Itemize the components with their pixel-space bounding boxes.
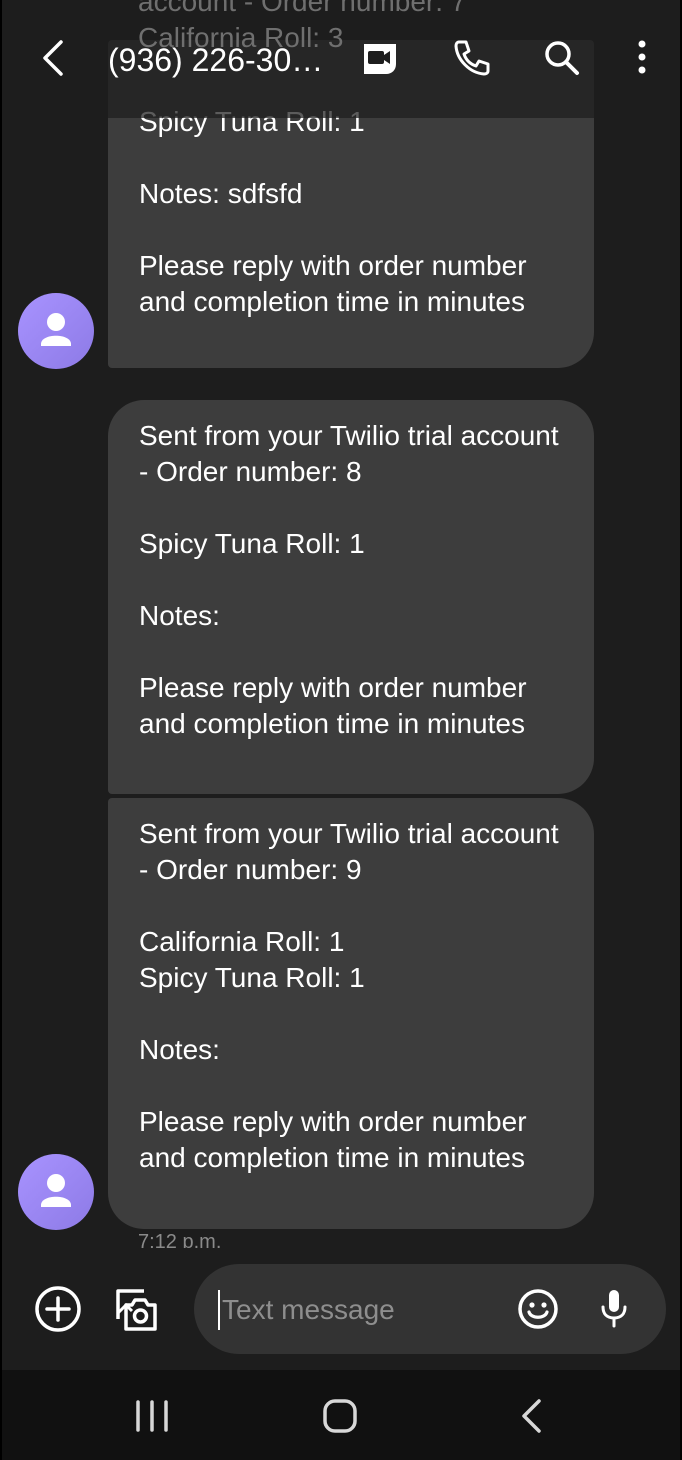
back-arrow-icon[interactable] bbox=[32, 36, 76, 80]
back-icon[interactable] bbox=[508, 1392, 556, 1440]
search-icon[interactable] bbox=[540, 36, 584, 80]
home-icon[interactable] bbox=[316, 1392, 364, 1440]
phone-icon[interactable] bbox=[450, 36, 494, 80]
video-call-icon[interactable] bbox=[358, 36, 402, 80]
message-bubble[interactable]: Sent from your Twilio trial account - Or… bbox=[108, 400, 594, 794]
message-input-placeholder: Text message bbox=[222, 1294, 395, 1325]
person-icon bbox=[41, 1174, 71, 1207]
recent-apps-icon[interactable] bbox=[128, 1392, 176, 1440]
message-bubble[interactable]: Sent from your Twilio trial account - Or… bbox=[108, 798, 594, 1229]
person-icon bbox=[41, 313, 71, 346]
contact-avatar[interactable] bbox=[18, 293, 94, 369]
text-cursor bbox=[218, 1290, 220, 1330]
contact-avatar[interactable] bbox=[18, 1154, 94, 1230]
more-options-icon[interactable] bbox=[620, 36, 664, 80]
compose-bar: Text message bbox=[2, 1248, 680, 1370]
emoji-icon[interactable] bbox=[512, 1283, 564, 1335]
contact-title[interactable]: (936) 226-30… bbox=[108, 38, 328, 82]
gallery-camera-icon[interactable] bbox=[110, 1283, 162, 1335]
microphone-icon[interactable] bbox=[588, 1283, 640, 1335]
conversation-screen: Spicy Tuna Roll: 1 Notes: sdfsfd Please … bbox=[2, 0, 680, 1460]
add-icon[interactable] bbox=[32, 1283, 84, 1335]
message-input[interactable]: Text message bbox=[194, 1264, 666, 1354]
conversation-header: account - Order number: 7 California Rol… bbox=[2, 0, 680, 118]
system-navigation-bar bbox=[2, 1370, 680, 1460]
